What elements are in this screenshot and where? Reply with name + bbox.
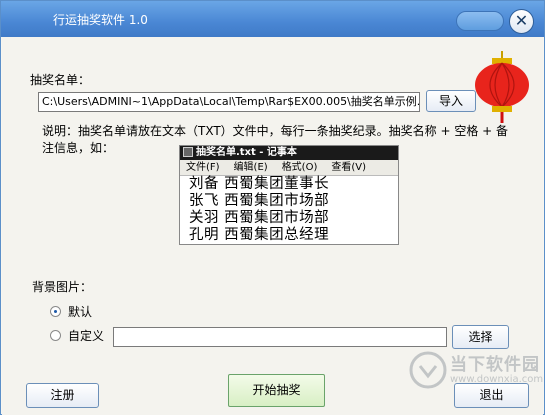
start-draw-button[interactable]: 开始抽奖 bbox=[228, 374, 325, 407]
radio-selected-dot bbox=[54, 310, 57, 313]
notepad-line: 孔明 西蜀集团总经理 bbox=[189, 227, 330, 243]
main-panel: 抽奖名单： C:\Users\ADMINI~1\AppData\Local\Te… bbox=[2, 37, 543, 415]
minimize-icon[interactable] bbox=[456, 11, 504, 31]
watermark-name: 当下软件园 bbox=[450, 355, 540, 375]
app-window: 行运抽奖软件 1.0 ✕ 抽奖名单： C:\Users\ADMINI~1\App… bbox=[0, 0, 545, 415]
list-label: 抽奖名单： bbox=[30, 73, 91, 87]
notepad-icon bbox=[183, 147, 193, 157]
title-bar[interactable]: 行运抽奖软件 1.0 ✕ bbox=[1, 1, 544, 37]
notepad-title: 抽奖名单.txt - 记事本 bbox=[196, 147, 297, 158]
register-button[interactable]: 注册 bbox=[26, 383, 99, 408]
radio-default[interactable] bbox=[50, 306, 61, 317]
notepad-menu-file: 文件(F) bbox=[186, 162, 220, 173]
radio-default-label[interactable]: 默认 bbox=[68, 303, 92, 320]
red-lantern-icon bbox=[475, 51, 529, 123]
close-icon[interactable]: ✕ bbox=[509, 9, 534, 34]
exit-button[interactable]: 退出 bbox=[454, 383, 529, 408]
radio-custom-label[interactable]: 自定义 bbox=[68, 327, 104, 344]
background-label: 背景图片： bbox=[32, 280, 93, 294]
import-button[interactable]: 导入 bbox=[426, 90, 476, 112]
notepad-menu: 文件(F) 编辑(E) 格式(O) 查看(V) bbox=[180, 160, 398, 176]
example-notepad-image: 抽奖名单.txt - 记事本 文件(F) 编辑(E) 格式(O) 查看(V) 刘备 西… bbox=[179, 145, 399, 245]
notepad-menu-format: 格式(O) bbox=[281, 162, 318, 173]
list-path-input[interactable]: C:\Users\ADMINI~1\AppData\Local\Temp\Rar… bbox=[38, 92, 420, 112]
custom-background-input[interactable] bbox=[113, 327, 447, 347]
notepad-line: 张飞 西蜀集团市场部 bbox=[189, 193, 330, 209]
downxia-logo-icon bbox=[409, 351, 447, 389]
notepad-line: 关羽 西蜀集团市场部 bbox=[189, 210, 330, 226]
notepad-menu-edit: 编辑(E) bbox=[233, 162, 268, 173]
notepad-menu-view: 查看(V) bbox=[331, 162, 367, 173]
window-title: 行运抽奖软件 1.0 bbox=[53, 13, 148, 27]
radio-custom[interactable] bbox=[50, 330, 61, 341]
notepad-title-bar: 抽奖名单.txt - 记事本 bbox=[180, 146, 398, 160]
notepad-line: 刘备 西蜀集团董事长 bbox=[189, 176, 330, 192]
